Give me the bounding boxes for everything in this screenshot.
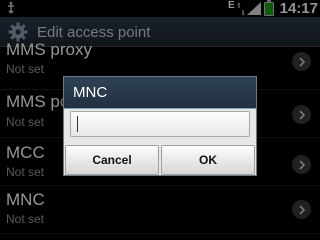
dialog-buttons: Cancel OK <box>64 145 256 175</box>
mnc-input[interactable] <box>70 111 250 137</box>
cancel-button[interactable]: Cancel <box>65 145 159 175</box>
dialog-title: MNC <box>64 77 256 109</box>
mnc-dialog: MNC Cancel OK <box>63 76 257 176</box>
text-cursor <box>77 116 78 132</box>
ok-button[interactable]: OK <box>161 145 255 175</box>
